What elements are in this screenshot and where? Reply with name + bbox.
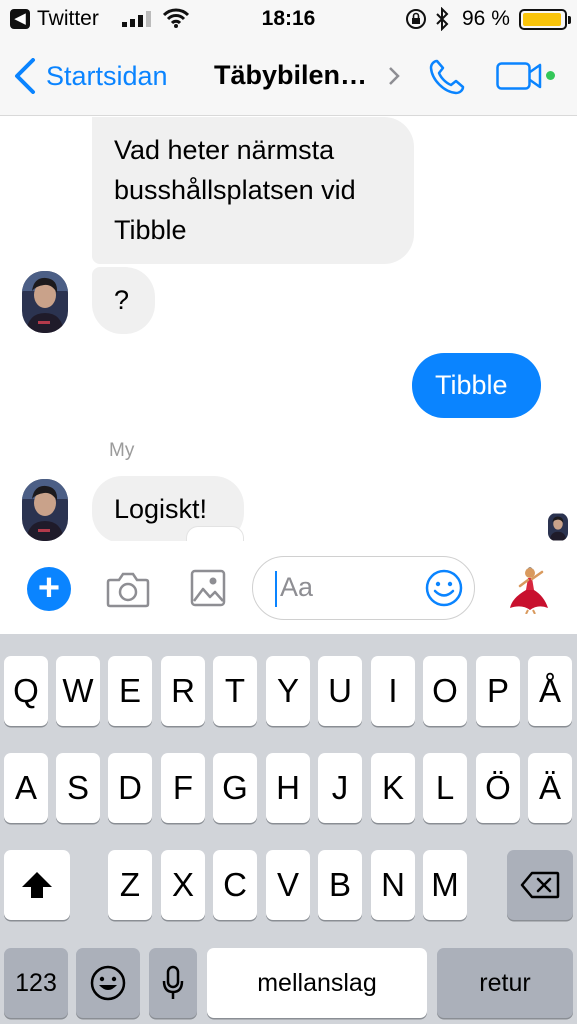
key[interactable]: R — [161, 656, 205, 726]
orientation-lock-icon — [406, 9, 426, 29]
key[interactable]: V — [266, 850, 310, 920]
key[interactable]: Ä — [528, 753, 572, 823]
sender-name: My — [109, 440, 135, 461]
chevron-right-icon[interactable] — [388, 66, 400, 86]
key[interactable]: N — [371, 850, 415, 920]
message-text: Vad heter närmsta busshållsplatsen vid T… — [114, 135, 356, 245]
dictation-key[interactable] — [149, 948, 197, 1018]
avatar[interactable] — [22, 271, 68, 333]
key[interactable]: H — [266, 753, 310, 823]
back-button[interactable]: Startsidan — [14, 58, 168, 94]
key[interactable]: C — [213, 850, 257, 920]
key[interactable]: Å — [528, 656, 572, 726]
key[interactable]: B — [318, 850, 362, 920]
battery-icon — [519, 9, 571, 30]
key[interactable]: D — [108, 753, 152, 823]
message-text: Tibble — [435, 370, 508, 400]
read-receipt-avatar — [548, 513, 568, 541]
chevron-left-icon — [15, 58, 35, 94]
backspace-icon — [520, 871, 560, 899]
key[interactable]: P — [476, 656, 520, 726]
key[interactable]: S — [56, 753, 100, 823]
key[interactable]: X — [161, 850, 205, 920]
status-bar: ◀ Twitter 18:16 96 % — [0, 0, 577, 38]
online-status-dot — [546, 71, 555, 80]
key[interactable]: L — [423, 753, 467, 823]
message-input-placeholder: Aa — [280, 572, 314, 602]
key[interactable]: Q — [4, 656, 48, 726]
emoji-keyboard-icon — [90, 965, 126, 1001]
key[interactable]: I — [371, 656, 415, 726]
key[interactable]: Y — [266, 656, 310, 726]
conversation-title[interactable]: Täbybilen… — [214, 60, 367, 91]
message-bubble-incoming[interactable]: ? — [92, 267, 155, 334]
battery-percent: 96 % — [462, 7, 510, 30]
phone-icon[interactable] — [428, 58, 466, 96]
space-key[interactable]: mellanslag — [207, 948, 427, 1018]
key[interactable]: Ö — [476, 753, 520, 823]
message-list[interactable]: Vad heter närmsta busshållsplatsen vid T… — [0, 117, 577, 541]
message-bubble-outgoing[interactable]: Tibble — [412, 353, 541, 418]
key[interactable]: Z — [108, 850, 152, 920]
conversation-header: Startsidan Täbybilen… — [0, 38, 577, 116]
numbers-key[interactable]: 123 — [4, 948, 68, 1018]
backspace-key[interactable] — [507, 850, 573, 920]
emoji-key[interactable] — [76, 948, 140, 1018]
microphone-icon — [162, 965, 184, 999]
keyboard: Q W E R T Y U I O P Å A S D F G H J K L … — [0, 634, 577, 1024]
key[interactable]: M — [423, 850, 467, 920]
gallery-icon[interactable] — [190, 569, 226, 607]
emoji-smile-icon[interactable] — [425, 569, 463, 607]
key[interactable]: W — [56, 656, 100, 726]
key[interactable]: G — [213, 753, 257, 823]
video-icon[interactable] — [496, 62, 546, 90]
camera-icon[interactable] — [106, 569, 150, 609]
key[interactable]: O — [423, 656, 467, 726]
return-key[interactable]: retur — [437, 948, 573, 1018]
back-label: Startsidan — [46, 60, 168, 91]
message-text: ? — [114, 285, 130, 315]
key[interactable]: U — [318, 656, 362, 726]
shift-key[interactable] — [4, 850, 70, 920]
key[interactable]: K — [371, 753, 415, 823]
key[interactable]: T — [213, 656, 257, 726]
reaction-button[interactable] — [186, 526, 244, 541]
message-composer: + Aa — [0, 541, 577, 634]
bluetooth-icon — [436, 7, 449, 31]
key[interactable]: J — [318, 753, 362, 823]
message-text: Logiskt! — [114, 494, 208, 524]
text-caret — [275, 571, 277, 607]
message-bubble-incoming[interactable]: Vad heter närmsta busshållsplatsen vid T… — [92, 117, 414, 264]
dancer-emoji-icon[interactable] — [506, 566, 550, 614]
key[interactable]: A — [4, 753, 48, 823]
key[interactable]: E — [108, 656, 152, 726]
avatar[interactable] — [22, 479, 68, 541]
shift-icon — [22, 872, 52, 898]
plus-icon[interactable]: + — [27, 567, 71, 611]
key[interactable]: F — [161, 753, 205, 823]
